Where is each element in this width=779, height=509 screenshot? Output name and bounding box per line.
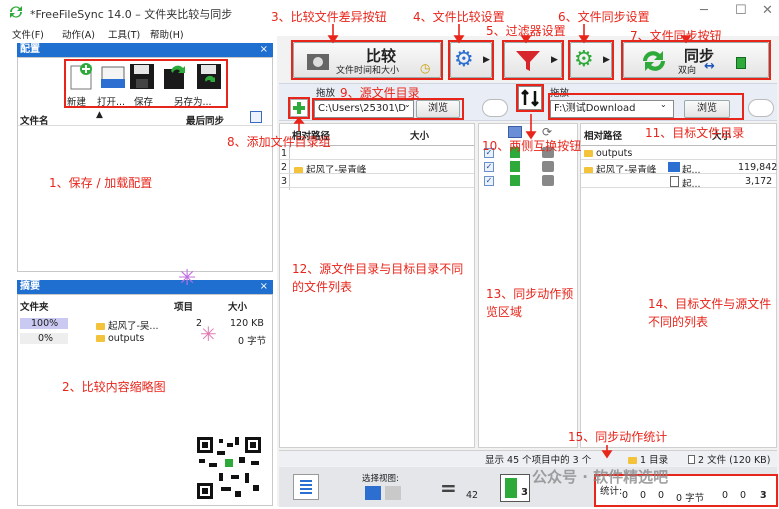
annotation-arrows	[293, 24, 692, 459]
